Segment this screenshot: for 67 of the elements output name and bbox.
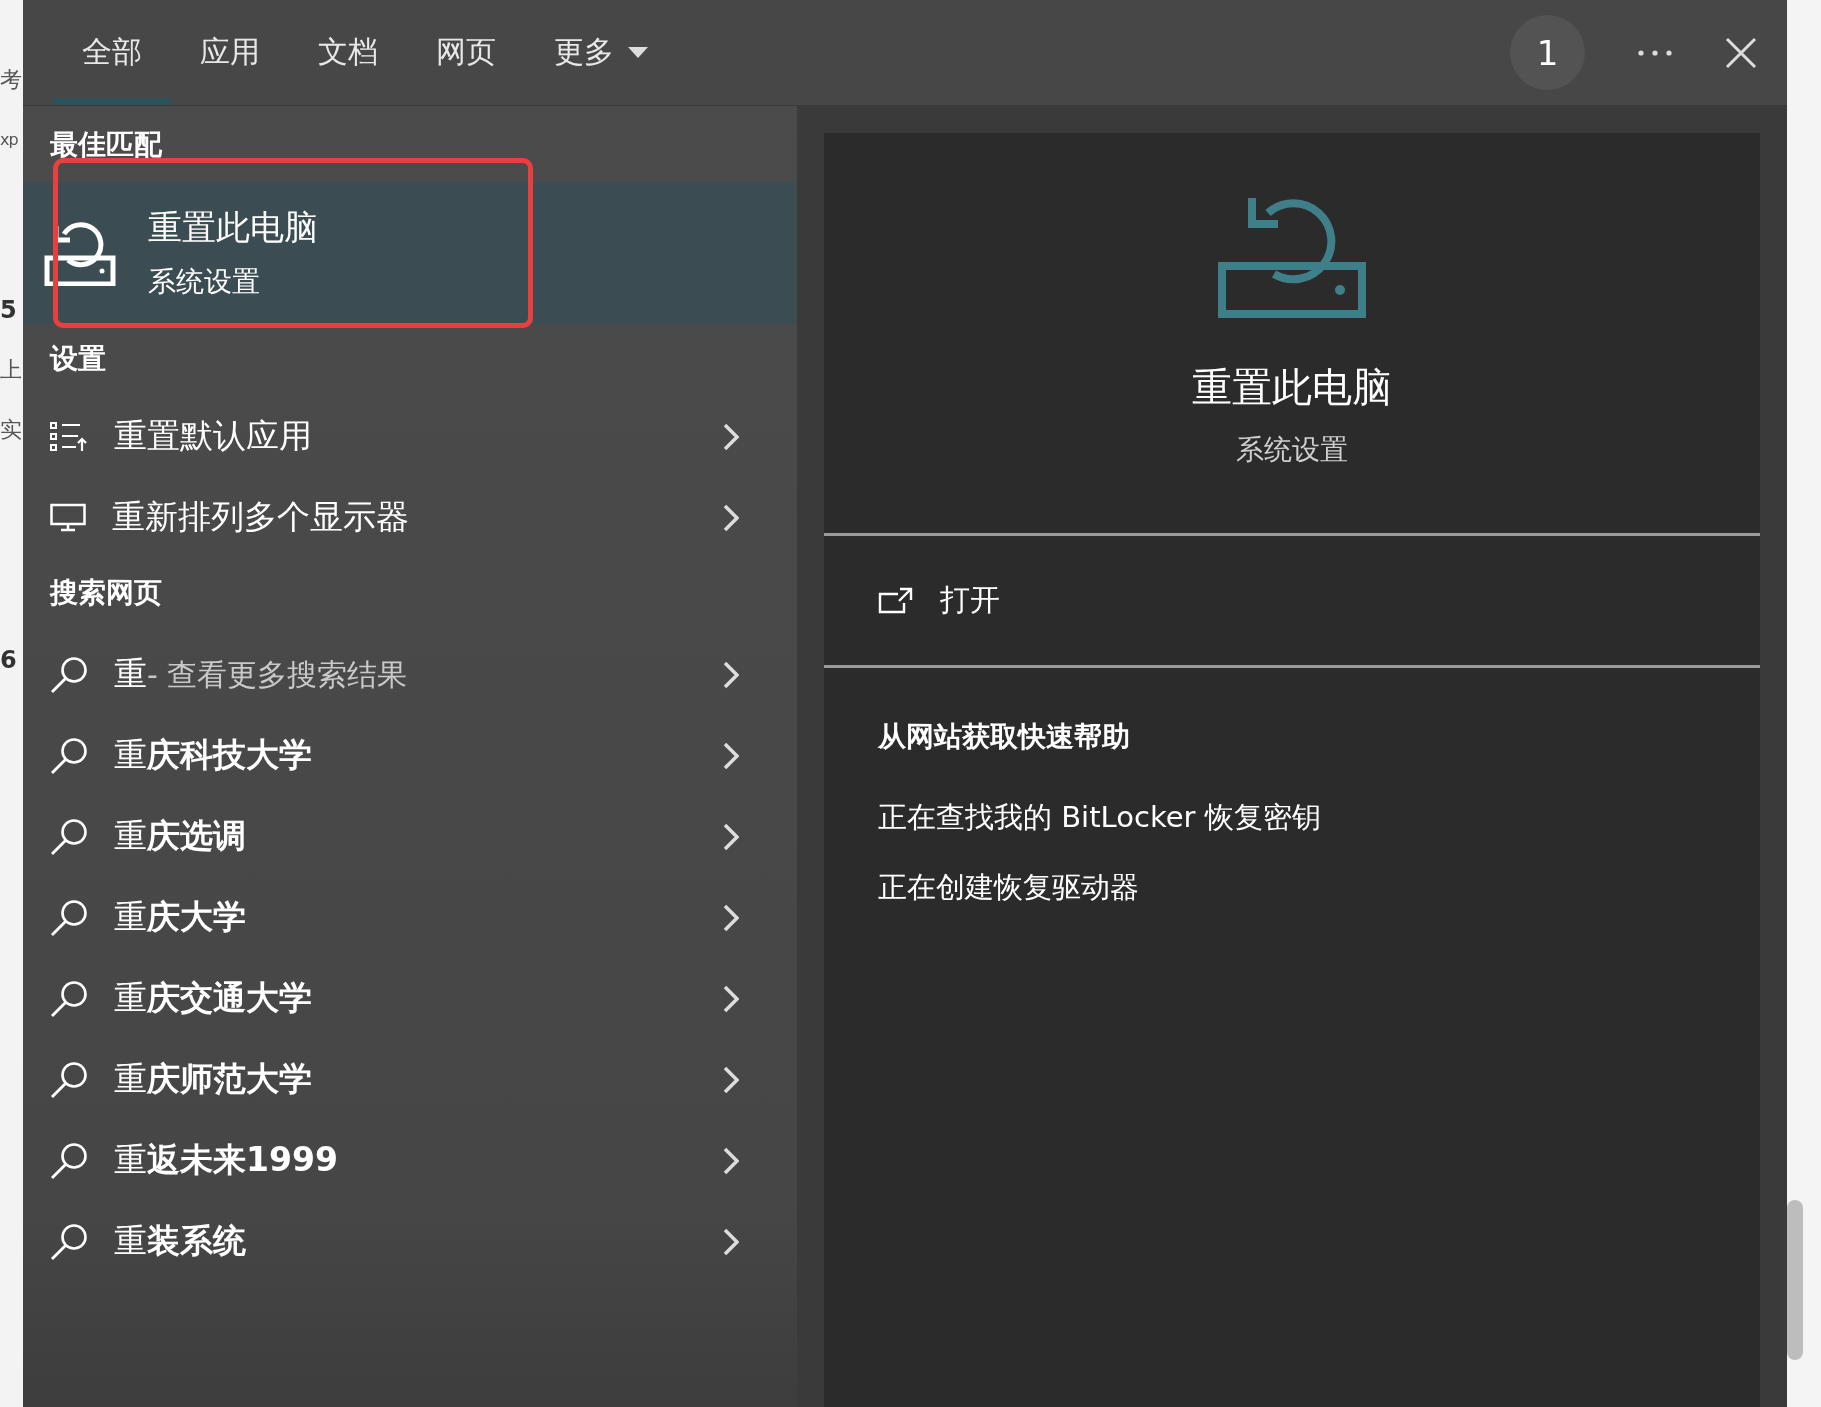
result-label: 重庆科技大学 (114, 734, 313, 776)
web-search-result[interactable]: 重庆交通大学 (23, 958, 797, 1039)
web-search-result[interactable]: 重- 查看更多搜索结果 (23, 634, 797, 715)
section-heading: 设置 (48, 341, 107, 377)
web-search-result[interactable]: 重装系统 (23, 1201, 797, 1282)
web-search-result[interactable]: 重庆选调 (23, 796, 797, 877)
background-text: 实 (0, 416, 23, 444)
result-label: 重返未来1999 (114, 1139, 339, 1181)
scrollbar-thumb[interactable] (1787, 1200, 1803, 1360)
background-text: xp (0, 129, 19, 151)
search-icon (50, 1060, 88, 1099)
help-link[interactable]: 正在创建恢复驱动器 (878, 868, 1139, 908)
web-search-result[interactable]: 重庆师范大学 (23, 1039, 797, 1120)
search-icon (50, 1222, 88, 1261)
result-label: 重庆师范大学 (114, 1058, 313, 1100)
open-action[interactable]: 打开 (824, 536, 1760, 665)
background-text: 上 (0, 356, 23, 384)
web-search-result[interactable]: 重返未来1999 (23, 1120, 797, 1201)
chevron-right-icon (723, 1227, 739, 1256)
close-icon[interactable] (1725, 36, 1757, 69)
chevron-right-icon (723, 1146, 739, 1175)
chevron-right-icon (723, 741, 739, 770)
section-heading: 搜索网页 (48, 575, 163, 611)
result-label: 重置默认应用 (114, 415, 313, 457)
result-label: 重庆交通大学 (114, 977, 313, 1019)
filter-tab[interactable]: 更多 (525, 0, 677, 105)
filter-tab[interactable]: 网页 (407, 0, 525, 105)
account-badge[interactable]: 1 (1510, 15, 1585, 90)
result-label: 重庆选调 (114, 815, 247, 857)
section-heading: 最佳匹配 (49, 127, 163, 163)
result-label: 重庆大学 (114, 896, 247, 938)
chevron-right-icon (723, 503, 739, 532)
web-search-result[interactable]: 重庆大学 (23, 877, 797, 958)
search-icon (50, 1141, 88, 1180)
chevron-right-icon (723, 1065, 739, 1094)
result-title: 重置此电脑 (148, 206, 318, 249)
search-icon (50, 979, 88, 1018)
chevron-right-icon (723, 660, 739, 689)
search-icon (50, 736, 88, 775)
chevron-right-icon (723, 984, 739, 1013)
settings-result[interactable]: 重置默认应用 (23, 396, 797, 477)
web-search-result[interactable]: 重庆科技大学 (23, 715, 797, 796)
filter-tab[interactable]: 应用 (171, 0, 289, 105)
search-icon (50, 655, 88, 694)
detail-title: 重置此电脑 (1192, 363, 1392, 412)
reset-pc-icon (44, 220, 116, 286)
detail-subtitle: 系统设置 (1236, 432, 1348, 468)
search-icon (50, 817, 88, 856)
background-text: 考 (0, 66, 23, 94)
chevron-right-icon (723, 422, 739, 451)
open-external-icon (878, 586, 914, 615)
background-text: 6 (0, 645, 18, 675)
best-match-item[interactable]: 重置此电脑 系统设置 (23, 182, 797, 324)
caret-icon (628, 46, 648, 59)
filter-tab[interactable]: 文档 (289, 0, 407, 105)
more-options-icon[interactable] (1637, 48, 1673, 57)
background-text: 5 (0, 295, 18, 325)
chevron-right-icon (723, 822, 739, 851)
settings-result[interactable]: 重新排列多个显示器 (23, 477, 797, 558)
result-label: 重装系统 (114, 1220, 247, 1262)
chevron-right-icon (723, 903, 739, 932)
help-heading: 从网站获取快速帮助 (878, 719, 1130, 755)
result-subtitle: 系统设置 (148, 264, 261, 300)
result-label: 重新排列多个显示器 (112, 496, 410, 538)
result-label: 重- 查看更多搜索结果 (114, 653, 409, 695)
help-link[interactable]: 正在查找我的 BitLocker 恢复密钥 (878, 798, 1321, 838)
search-icon (50, 898, 88, 937)
